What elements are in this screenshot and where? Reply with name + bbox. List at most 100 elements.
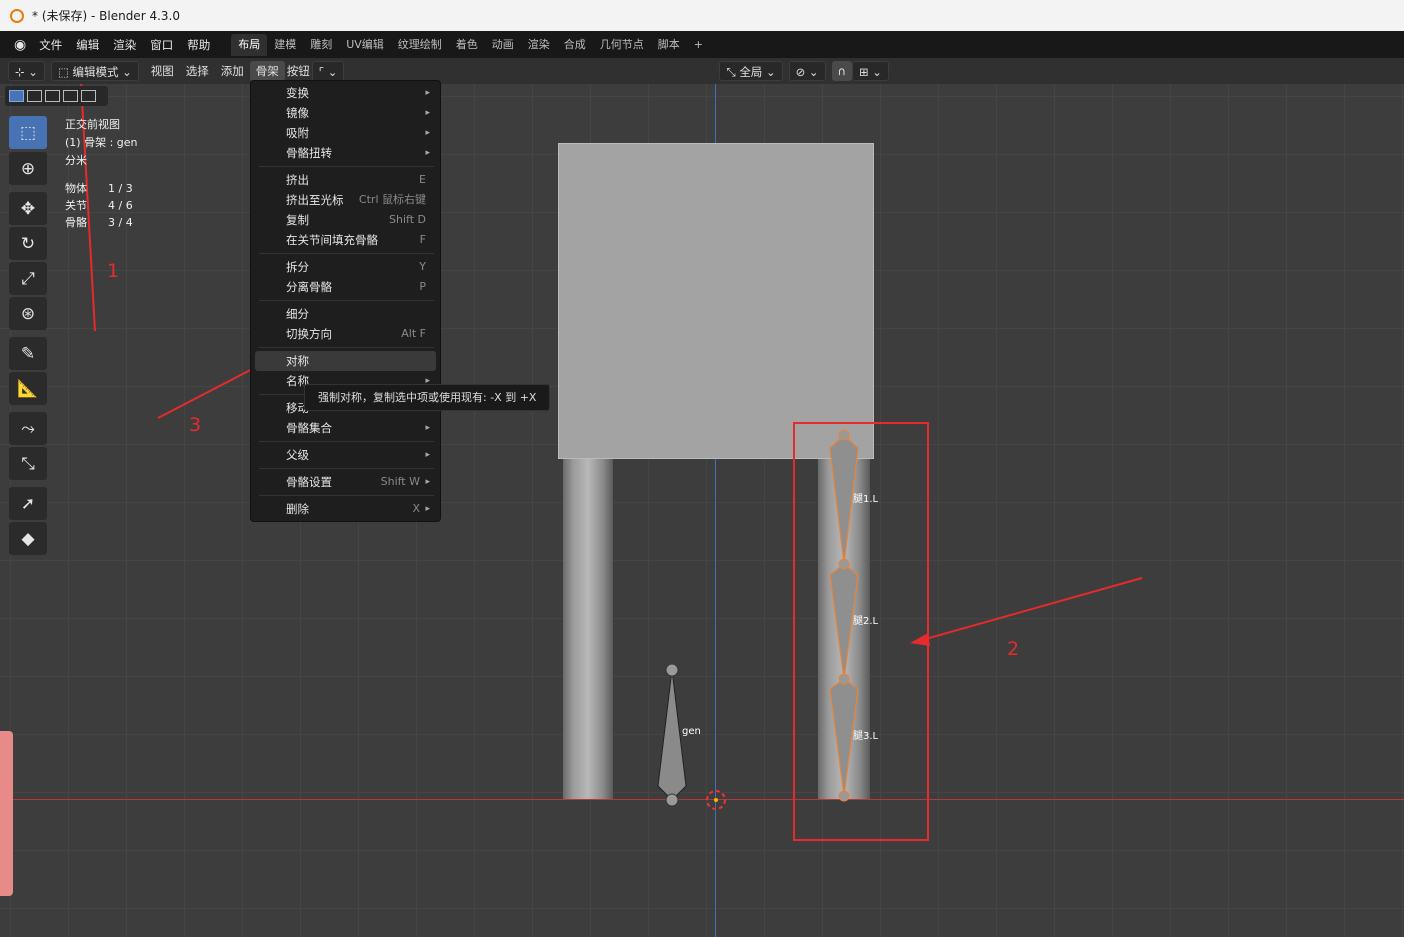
armature-menu-item[interactable]: 拆分 Y [255,257,436,277]
armature-menu-item[interactable]: 镜像 ▸ [255,103,436,123]
tab-uv-editing[interactable]: UV编辑 [339,34,391,56]
gen-tail-joint[interactable] [665,663,679,677]
armature-menu-item[interactable]: 骨骼设置 Shift W ▸ [255,472,436,492]
tab-sculpting[interactable]: 雕刻 [303,34,339,56]
select-new-icon[interactable] [9,90,24,102]
menu-item-shortcut: F [419,233,426,246]
bone-size-tool-icon[interactable]: ⤡ [9,447,47,480]
menu-item-label: 复制 [286,213,309,227]
menu-edit[interactable]: 编辑 [69,35,106,55]
viewport-header: ⊹ ⌄ ⬚ 编辑模式 ⌄ 视图 选择 添加 骨架 按钮 ⌜ ⌄ ⤡ 全局 ⌄ ⊘… [0,58,1404,139]
transform-tool-icon[interactable]: ⊛ [9,297,47,330]
armature-menu-item[interactable]: 骨骼扭转 ▸ [255,143,436,163]
roll-tool-icon[interactable]: ⤳ [9,412,47,445]
menu-item-shortcut: Alt F [401,327,426,340]
armature-menu-item[interactable]: 切换方向 Alt F [255,324,436,344]
submenu-arrow-icon: ▸ [425,88,430,98]
tab-shading[interactable]: 着色 [449,34,485,56]
viewport-info-overlay: 正交前视图 (1) 骨架 : gen 分米 物体 1 / 3 关节 4 / 6 骨骼… [65,116,138,232]
annotation-box-2 [793,422,929,841]
gen-head-joint[interactable] [665,793,679,807]
tab-scripting[interactable]: 脚本 [651,34,687,56]
top-menu-bar: ◉ 文件 编辑 渲染 窗口 帮助 布局 建模 雕刻 UV编辑 纹理绘制 着色 动… [0,31,1404,58]
select-invert-icon[interactable] [63,90,78,102]
menu-render[interactable]: 渲染 [106,35,143,55]
armature-menu-item[interactable]: 删除 X ▸ [255,499,436,519]
scale-tool-icon[interactable]: ⤢ [9,262,47,295]
select-intersect-icon[interactable] [81,90,96,102]
menu-file[interactable]: 文件 [32,35,69,55]
select-subtract-icon[interactable] [45,90,60,102]
armature-menu-item[interactable]: 对称 [255,351,436,371]
armature-menu-item[interactable]: 细分 [255,304,436,324]
tab-compositing[interactable]: 合成 [557,34,593,56]
armature-menu-item[interactable]: 分离骨骼 P [255,277,436,297]
mode-dropdown[interactable]: ⬚ 编辑模式 ⌄ [50,61,139,81]
tab-rendering[interactable]: 渲染 [521,34,557,56]
window-title: * (未保存) - Blender 4.3.0 [32,9,180,23]
armature-menu-item[interactable]: 变换 ▸ [255,83,436,103]
blender-menu-icon[interactable]: ◉ [8,37,32,53]
transform-orientation-dropdown[interactable]: ⤡ 全局 ⌄ [719,61,783,81]
header-menu-add[interactable]: 添加 [215,61,250,81]
3d-viewport[interactable]: 1 2 3 腿1.L 腿2.L 腿3.L gen [0,84,1404,937]
add-workspace-button[interactable]: + [687,34,710,56]
armature-menu-item[interactable]: 吸附 ▸ [255,123,436,143]
annotation-arrow-2 [921,577,1143,641]
annotate-tool-icon[interactable]: ✎ [9,337,47,370]
move-tool-icon[interactable]: ✥ [9,192,47,225]
orientation-label: 全局 [739,65,763,79]
armature-menu-item[interactable]: 复制 Shift D [255,210,436,230]
annotation-arrow-3 [157,363,263,419]
menu-item-label: 拆分 [286,260,309,274]
tab-geometry-nodes[interactable]: 几何节点 [593,34,651,56]
bone-envelope-tool-icon[interactable]: ◆ [9,522,47,555]
armature-menu-item[interactable]: 骨骼集合 ▸ [255,418,436,438]
menu-item-shortcut: Y [419,260,426,273]
menu-item-label: 分离骨骼 [286,280,332,294]
header-menu-button[interactable]: 按钮 [285,61,312,81]
armature-menu-item[interactable]: 在关节间填充骨骼 F [255,230,436,250]
armature-menu-item[interactable]: 挤出至光标 Ctrl 鼠标右键 [255,190,436,210]
menu-item-label: 在关节间填充骨骼 [286,233,378,247]
proportional-dropdown[interactable]: ⌜ ⌄ [311,61,345,81]
snap-target-dropdown[interactable]: ⊞ ⌄ [851,61,889,81]
measure-tool-icon[interactable]: 📐 [9,372,47,405]
external-window-edge [0,731,13,896]
tab-layout[interactable]: 布局 [231,33,268,56]
submenu-arrow-icon: ▸ [425,504,430,514]
menu-item-label: 删除 [286,502,309,516]
header-menu-armature[interactable]: 骨架 [249,61,285,81]
tab-animation[interactable]: 动画 [485,34,521,56]
annotation-label-1: 1 [107,260,119,282]
menu-help[interactable]: 帮助 [180,35,217,55]
armature-menu-item[interactable]: 挤出 E [255,170,436,190]
pivot-point-dropdown[interactable]: ⊘ ⌄ [788,61,826,81]
stat-bones: 骨骼 3 / 4 [65,216,133,229]
menu-item-label: 镜像 [286,106,309,120]
header-menu-select[interactable]: 选择 [180,61,215,81]
editor-type-dropdown[interactable]: ⊹ ⌄ [8,61,45,81]
menu-separator [259,495,434,496]
menu-item-label: 骨骼扭转 [286,146,332,160]
symmetrize-tooltip: 强制对称，复制选中项或使用现有: -X 到 +X [304,384,550,411]
menu-item-label: 父级 [286,448,309,462]
submenu-arrow-icon: ▸ [425,423,430,433]
bone-label-leg3: 腿3.L [853,731,879,742]
header-menu-view[interactable]: 视图 [145,61,180,81]
tab-texture-paint[interactable]: 纹理绘制 [391,34,449,56]
menu-item-shortcut: P [419,280,426,293]
armature-menu-item[interactable]: 父级 ▸ [255,445,436,465]
menu-window[interactable]: 窗口 [143,35,180,55]
mode-label: 编辑模式 [72,65,119,79]
select-mode-bar [5,86,108,106]
snap-toggle-icon[interactable]: ∩ [831,61,852,81]
tab-modeling[interactable]: 建模 [267,34,303,56]
select-box-tool-icon[interactable]: ⬚ [9,116,47,149]
rotate-tool-icon[interactable]: ↻ [9,227,47,260]
extrude-tool-icon[interactable]: ➚ [9,487,47,520]
title-bar: * (未保存) - Blender 4.3.0 [0,0,1404,31]
select-extend-icon[interactable] [27,90,42,102]
cursor-tool-icon[interactable]: ⊕ [9,152,47,185]
view-name: 正交前视图 [65,118,120,131]
